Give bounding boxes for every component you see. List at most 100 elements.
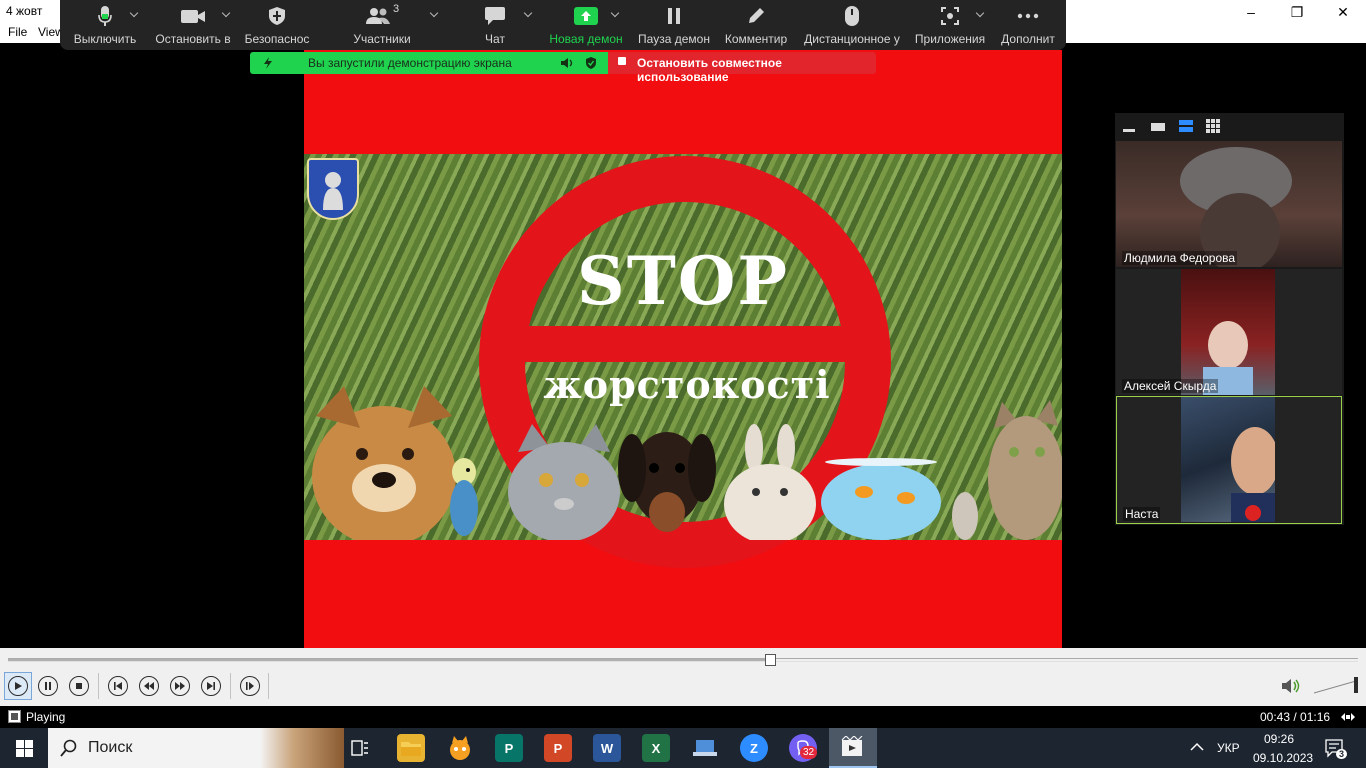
- camera-icon: [180, 0, 206, 32]
- next-button[interactable]: [201, 676, 221, 696]
- seek-progress: [8, 659, 771, 661]
- taskbar-search-box[interactable]: Поиск: [48, 728, 344, 768]
- participant-name: Алексей Скырда: [1122, 379, 1219, 393]
- security-label: Безопаснос: [244, 32, 310, 46]
- active-speaker-view-icon[interactable]: [1151, 121, 1165, 133]
- new-share-label: Новая демон: [549, 32, 623, 46]
- stop-share-label: Остановить совместное использование: [637, 56, 782, 84]
- sharing-status-banner[interactable]: Вы запустили демонстрацию экрана: [250, 52, 608, 74]
- drag-handle-icon[interactable]: [262, 56, 274, 70]
- volume-slider[interactable]: [1312, 675, 1362, 695]
- excel-icon[interactable]: X: [642, 734, 670, 762]
- mouse-icon: [844, 0, 860, 32]
- volume-icon[interactable]: [1281, 677, 1301, 695]
- annotate-label: Комментир: [724, 32, 788, 46]
- tabby-cat-image: [988, 400, 1062, 540]
- file-explorer-icon[interactable]: [397, 734, 425, 762]
- clock-time[interactable]: 09:26: [1264, 732, 1294, 746]
- share-screen-icon: [573, 0, 599, 32]
- menu-file[interactable]: File: [8, 25, 27, 39]
- new-share-button[interactable]: Новая демон: [548, 0, 624, 50]
- more-label: Дополнит: [1001, 32, 1055, 46]
- minimize-button[interactable]: –: [1228, 0, 1274, 24]
- video-scene: STOP жорстокості: [304, 154, 1062, 568]
- pause-icon: [666, 0, 682, 32]
- coat-of-arms-icon: [307, 158, 359, 220]
- shield-check-icon[interactable]: [585, 56, 597, 70]
- stop-video-label: Остановить в: [155, 32, 231, 46]
- view-switcher: [1115, 113, 1344, 141]
- step-button[interactable]: [240, 676, 260, 696]
- zoom-toolbar: Выключить Остановить в Безопаснос 3 Учас…: [60, 0, 1066, 50]
- pencil-icon: [746, 0, 766, 32]
- player-status-bar: Playing 00:43 / 01:16: [0, 706, 1366, 728]
- stop-button[interactable]: [69, 676, 89, 696]
- rewind-button[interactable]: [139, 676, 159, 696]
- chat-button[interactable]: Чат: [470, 0, 520, 50]
- play-button[interactable]: [8, 676, 28, 696]
- taskbar-active-app[interactable]: [829, 728, 877, 768]
- security-button[interactable]: Безопаснос: [244, 0, 310, 50]
- search-icon: [60, 739, 77, 757]
- stop-video-button[interactable]: Остановить в: [154, 0, 232, 50]
- input-language[interactable]: УКР: [1217, 741, 1240, 755]
- mute-button[interactable]: Выключить: [72, 0, 138, 50]
- fast-forward-icon: [175, 682, 185, 690]
- more-button[interactable]: Дополнит: [996, 0, 1060, 50]
- zoom-app-icon[interactable]: Z: [740, 734, 768, 762]
- apps-label: Приложения: [914, 32, 986, 46]
- clock-date[interactable]: 09.10.2023: [1253, 751, 1313, 765]
- participant-name: Наста: [1123, 507, 1161, 521]
- annotate-button[interactable]: Комментир: [722, 0, 790, 50]
- speaker-icon[interactable]: [560, 57, 574, 69]
- task-view-icon[interactable]: [350, 738, 370, 758]
- participants-button[interactable]: 3 Участники: [348, 0, 416, 50]
- hamster-image: [952, 492, 978, 540]
- playback-status: Playing: [26, 710, 66, 724]
- fullscreen-icon[interactable]: [1340, 711, 1356, 723]
- minimize-view-icon[interactable]: [1123, 123, 1135, 133]
- stop-square-icon: [618, 57, 626, 65]
- notification-count: 3: [1336, 749, 1348, 759]
- playback-time: 00:43 / 01:16: [1260, 710, 1331, 724]
- show-hidden-icons-icon[interactable]: [1190, 742, 1204, 752]
- publisher-icon[interactable]: P: [495, 734, 523, 762]
- dog-image: [312, 386, 456, 540]
- maximize-button[interactable]: ❐: [1274, 0, 1320, 24]
- strip-view-icon[interactable]: [1179, 119, 1193, 133]
- remote-control-label: Дистанционное у: [804, 32, 900, 46]
- scratch-cat-icon[interactable]: [446, 734, 474, 762]
- parrot-image: [450, 458, 478, 536]
- pause-button[interactable]: [38, 676, 58, 696]
- close-button[interactable]: ✕: [1320, 0, 1366, 24]
- stop-share-button[interactable]: Остановить совместное использование: [608, 52, 876, 84]
- windows-start-icon[interactable]: [16, 740, 33, 757]
- chevron-down-icon[interactable]: [523, 8, 533, 18]
- participant-video: [1180, 147, 1292, 267]
- participant-tile[interactable]: Алексей Скырда: [1116, 269, 1342, 395]
- pause-share-button[interactable]: Пауза демон: [636, 0, 712, 50]
- cat-image: [508, 424, 620, 540]
- apps-button[interactable]: Приложения: [912, 0, 988, 50]
- powerpoint-icon[interactable]: P: [544, 734, 572, 762]
- sharing-status-text: Вы запустили демонстрацию экрана: [308, 56, 512, 70]
- fishbowl-image: [821, 458, 941, 540]
- participant-tile-active-speaker[interactable]: Наста: [1116, 396, 1342, 524]
- previous-button[interactable]: [108, 676, 128, 696]
- seek-bar[interactable]: [8, 658, 1358, 662]
- word-icon[interactable]: W: [593, 734, 621, 762]
- shield-icon: [268, 0, 286, 32]
- media-file-icon: [8, 710, 21, 723]
- seek-thumb[interactable]: [765, 654, 777, 666]
- participant-tile[interactable]: Людмила Федорова: [1116, 141, 1342, 267]
- skip-next-icon: [207, 682, 215, 690]
- chevron-down-icon[interactable]: [429, 8, 439, 18]
- participants-icon: 3: [365, 0, 399, 32]
- participant-video: [1181, 269, 1275, 395]
- laptop-icon[interactable]: [691, 734, 719, 762]
- dachshund-image: [618, 432, 716, 532]
- gallery-view-icon[interactable]: [1206, 119, 1220, 133]
- remote-control-button[interactable]: Дистанционное у: [800, 0, 904, 50]
- search-highlight-image: [260, 728, 344, 768]
- fast-forward-button[interactable]: [170, 676, 190, 696]
